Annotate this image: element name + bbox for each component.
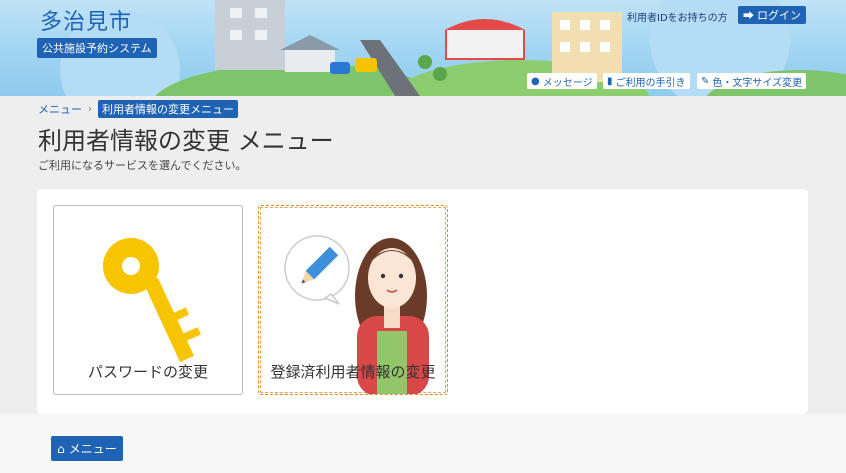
registered-user-info-change-card[interactable]: 登録済利用者情報の変更 <box>258 205 448 395</box>
city-name: 多治見市 <box>40 10 133 35</box>
login-label: ログイン <box>757 9 801 22</box>
chevron-right-icon: › <box>88 103 92 115</box>
page-title: 利用者情報の変更 メニュー <box>38 127 334 155</box>
home-icon: ⌂ <box>57 441 65 456</box>
footer <box>0 414 846 473</box>
message-link[interactable]: ● メッセージ <box>527 73 597 89</box>
breadcrumb: メニュー › 利用者情報の変更メニュー <box>38 100 238 118</box>
menu-button-label: メニュー <box>68 442 117 456</box>
registered-user-info-change-label: 登録済利用者情報の変更 <box>270 363 436 381</box>
menu-panel: パスワードの変更 登録済利用者情報の変更 <box>37 189 808 414</box>
have-id-text: 利用者IDをお持ちの方 <box>627 13 728 24</box>
site-header: 多治見市 公共施設予約システム 利用者IDをお持ちの方 ⮕ ログイン ● メッセ… <box>0 0 846 96</box>
password-change-card[interactable]: パスワードの変更 <box>53 205 243 395</box>
message-label: メッセージ <box>542 77 593 89</box>
page-lead: ご利用になるサービスを選んでください。 <box>38 159 247 172</box>
system-name-badge: 公共施設予約システム <box>37 38 157 58</box>
book-icon: ▮ <box>607 75 613 87</box>
breadcrumb-current: 利用者情報の変更メニュー <box>98 100 238 118</box>
password-change-label: パスワードの変更 <box>87 363 208 381</box>
menu-button[interactable]: ⌂ メニュー <box>51 436 123 461</box>
guide-label: ご利用の手引き <box>615 77 686 89</box>
message-icon: ● <box>531 75 540 87</box>
guide-link[interactable]: ▮ ご利用の手引き <box>603 73 690 89</box>
login-icon: ⮕ <box>743 9 754 22</box>
color-font-size-link[interactable]: ✎ 色・文字サイズ変更 <box>697 73 807 89</box>
color-font-size-label: 色・文字サイズ変更 <box>712 77 803 89</box>
login-button[interactable]: ⮕ ログイン <box>738 6 806 24</box>
breadcrumb-menu-link[interactable]: メニュー <box>38 101 82 117</box>
brush-icon: ✎ <box>701 75 710 87</box>
